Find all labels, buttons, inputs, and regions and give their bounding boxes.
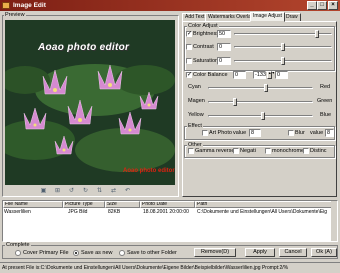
saturation-thumb[interactable] xyxy=(281,57,285,65)
cyan-red-thumb[interactable] xyxy=(264,84,268,92)
magenta-label: Magen xyxy=(188,98,205,104)
mirror-icon[interactable]: ⇄ xyxy=(110,188,117,195)
undo-icon[interactable]: ↶ xyxy=(124,188,131,195)
contrast-slider[interactable] xyxy=(234,43,332,51)
art-value-label: value xyxy=(233,130,247,136)
saturation-checkbox[interactable] xyxy=(186,58,192,64)
tab-image-adjust[interactable]: Image Adjust xyxy=(250,12,285,22)
column-header-size[interactable]: Size xyxy=(105,201,140,208)
maximize-button[interactable]: □ xyxy=(317,1,327,10)
blur-value-label: value xyxy=(310,130,324,136)
column-header-file-name[interactable]: File Name xyxy=(3,201,63,208)
cell-photo-date: 18.08.2001 20:00:00 xyxy=(143,209,189,215)
gamma-reverse-label: Gamma reverse xyxy=(195,148,235,154)
cyan-label: Cyan xyxy=(188,84,201,90)
preview-label: Preview xyxy=(4,12,26,18)
column-header-path[interactable]: Path xyxy=(195,201,333,208)
art-photo-label: Art Photo xyxy=(209,130,232,136)
brightness-thumb[interactable] xyxy=(315,30,319,38)
cell-size: 82KB xyxy=(108,209,121,215)
yellow-label: Yellow xyxy=(188,112,204,118)
app-icon xyxy=(2,2,10,9)
brightness-checkbox[interactable]: ✓ xyxy=(186,31,192,37)
rotate-left-icon[interactable]: ↺ xyxy=(68,188,75,195)
file-table: File Name Picture Type Size Photo Date P… xyxy=(2,200,338,242)
color-balance-value-2[interactable]: -133 xyxy=(253,71,266,79)
red-label: Red xyxy=(320,84,331,90)
fit-icon[interactable]: ▣ xyxy=(40,188,47,195)
color-balance-label: Color Balance xyxy=(193,72,228,78)
distinct-checkbox[interactable] xyxy=(303,148,309,154)
yellow-blue-thumb[interactable] xyxy=(261,112,265,120)
cover-primary-radio[interactable] xyxy=(15,250,21,256)
art-value-field[interactable]: 8 xyxy=(249,129,261,137)
ok-button[interactable]: Ok (A) xyxy=(311,248,337,257)
save-other-folder-radio[interactable] xyxy=(119,250,125,256)
green-label: Green xyxy=(317,98,333,104)
window-title: Image Edit xyxy=(13,1,46,9)
status-bar: At present File is:C:\Dokumente und Eins… xyxy=(0,262,340,273)
column-header-picture-type[interactable]: Picture Type xyxy=(63,201,105,208)
column-header-photo-date[interactable]: Photo Date xyxy=(140,201,195,208)
zoom-icon[interactable]: ⊞ xyxy=(54,188,61,195)
negative-checkbox[interactable] xyxy=(233,148,239,154)
art-photo-checkbox[interactable] xyxy=(202,130,208,136)
brightness-slider[interactable] xyxy=(234,30,332,38)
cell-picture-type: JPG Bild xyxy=(68,209,88,215)
close-button[interactable]: × xyxy=(328,1,338,10)
image-preview[interactable]: Aoao photo editor Aoao photo editor xyxy=(5,20,175,185)
cover-primary-label: Cover Primary File xyxy=(23,250,69,256)
color-balance-spin[interactable]: ▲▼ xyxy=(267,71,275,79)
contrast-label: Contrast xyxy=(193,44,214,50)
gamma-reverse-checkbox[interactable] xyxy=(188,148,194,154)
table-scrollbar[interactable] xyxy=(331,201,337,241)
cyan-red-slider[interactable] xyxy=(208,84,313,92)
save-as-new-radio[interactable] xyxy=(73,250,79,256)
rotate-right-icon[interactable]: ↻ xyxy=(82,188,89,195)
remove-button[interactable]: Remove(D) xyxy=(194,248,236,257)
watermark-text: Aoao photo editor xyxy=(38,42,130,53)
flip-icon[interactable]: ⇅ xyxy=(96,188,103,195)
blur-label: Blur xyxy=(295,130,305,136)
blue-label: Blue xyxy=(320,112,332,118)
color-adjust-label: Color Adjust xyxy=(187,23,219,29)
cancel-button[interactable]: Cancel xyxy=(279,248,307,257)
cell-file-name: Wasserlilien xyxy=(4,209,31,215)
saturation-label: Saturation xyxy=(193,58,219,64)
title-bar: Image Edit _ □ × xyxy=(0,0,340,11)
brightness-value[interactable]: 50 xyxy=(217,30,231,38)
monochrome-checkbox[interactable] xyxy=(265,148,271,154)
watermark-text-small: Aoao photo editor xyxy=(123,168,175,174)
yellow-blue-slider[interactable] xyxy=(208,112,313,120)
contrast-thumb[interactable] xyxy=(281,43,285,51)
color-balance-value-1[interactable]: 0 xyxy=(233,71,246,79)
magenta-green-thumb[interactable] xyxy=(233,98,237,106)
contrast-value[interactable]: 0 xyxy=(217,43,231,51)
color-balance-checkbox[interactable]: ✓ xyxy=(186,72,192,78)
effect-label: Effect xyxy=(187,123,203,129)
blur-checkbox[interactable] xyxy=(288,130,294,136)
apply-button[interactable]: Apply xyxy=(245,248,275,257)
negative-label: Negati xyxy=(240,148,256,154)
distinct-label: Distinc xyxy=(310,148,327,154)
contrast-checkbox[interactable] xyxy=(186,44,192,50)
blur-value-field[interactable]: 8 xyxy=(325,129,334,137)
complete-label: Complete xyxy=(5,242,31,248)
saturation-slider[interactable] xyxy=(234,57,332,65)
magenta-green-slider[interactable] xyxy=(208,98,313,106)
cell-path: C:\Dokumente und Einstellungen\All Users… xyxy=(197,209,328,215)
minimize-button[interactable]: _ xyxy=(307,1,317,10)
save-other-folder-label: Save to other Folder xyxy=(127,250,177,256)
brightness-label: Brightness xyxy=(193,31,219,37)
saturation-value[interactable]: 0 xyxy=(217,57,231,65)
monochrome-label: monochrome xyxy=(272,148,305,154)
color-balance-value-3[interactable]: 0 xyxy=(275,71,288,79)
save-as-new-label: Save as new xyxy=(81,250,113,256)
